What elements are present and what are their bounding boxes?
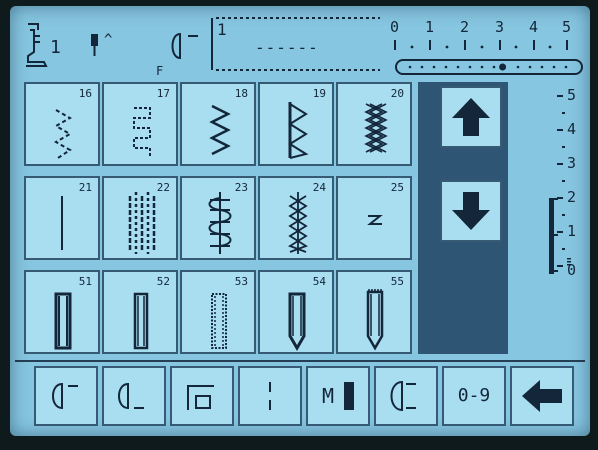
width-tick-1: 1 bbox=[425, 18, 435, 36]
stitch-cell-25[interactable]: 25 bbox=[336, 176, 412, 260]
serpentine-icon bbox=[133, 107, 151, 156]
width-tick-5: 5 bbox=[562, 18, 572, 36]
straight-stitch-icon bbox=[61, 196, 63, 250]
length-scale-ticks bbox=[549, 95, 571, 274]
presser-foot-icon bbox=[26, 23, 48, 67]
length-label-2: 2 bbox=[567, 188, 577, 206]
blind-hem-icon bbox=[288, 102, 309, 159]
needle-stop-status-icon bbox=[171, 32, 198, 60]
stitch-cell-53[interactable]: 53 bbox=[180, 270, 256, 354]
stitch-cell-18[interactable]: 18 bbox=[180, 82, 256, 166]
stitch-cell-16[interactable]: 16 bbox=[24, 82, 100, 166]
presser-foot-number: 1 bbox=[50, 37, 61, 58]
length-label-3: 3 bbox=[567, 154, 577, 172]
needle-stop-down-button[interactable] bbox=[102, 366, 166, 426]
buttonhole-stretch-icon bbox=[211, 293, 227, 349]
scroll-down-button[interactable] bbox=[440, 180, 502, 242]
buttonhole-keyhole-icon bbox=[366, 289, 384, 351]
pattern-index: 1 bbox=[217, 20, 227, 39]
length-label-0: 0 bbox=[567, 261, 577, 279]
length-label-4: 4 bbox=[567, 120, 577, 138]
back-button[interactable] bbox=[510, 366, 574, 426]
memory-button[interactable]: M bbox=[306, 366, 370, 426]
down-arrow-icon bbox=[452, 192, 490, 230]
number-entry-label: 0-9 bbox=[457, 385, 491, 406]
stitch-cell-54[interactable]: 54 bbox=[258, 270, 334, 354]
function-bar-divider bbox=[15, 360, 585, 362]
buttonhole-rounded-icon bbox=[288, 292, 306, 351]
stitch-pattern-grid: 16 17 18 19 20 21 22 23 24 25 51 52 53 5… bbox=[24, 82, 414, 354]
stitch-cell-22[interactable]: 22 bbox=[102, 176, 178, 260]
triple-zigzag-icon bbox=[53, 109, 73, 159]
cross-stitch-icon bbox=[287, 192, 309, 254]
left-arrow-icon bbox=[522, 380, 562, 412]
scroll-up-button[interactable] bbox=[440, 86, 502, 148]
honeycomb-icon bbox=[364, 103, 388, 153]
stitch-cell-51[interactable]: 51 bbox=[24, 270, 100, 354]
width-slider-knob bbox=[499, 63, 507, 71]
width-tick-2: 2 bbox=[460, 18, 470, 36]
needle-position-icon bbox=[91, 34, 98, 56]
stitch-cell-19[interactable]: 19 bbox=[258, 82, 334, 166]
sewing-machine-display: 1 ^ F 1 ------ 0 1 2 3 4 5 16 17 18 19 2… bbox=[10, 6, 590, 436]
width-tick-3: 3 bbox=[495, 18, 505, 36]
length-label-1: 1 bbox=[567, 222, 577, 240]
memory-icon bbox=[344, 382, 354, 410]
tie-off-icon bbox=[390, 380, 416, 412]
width-scale-dots bbox=[394, 40, 568, 50]
stitch-cell-21[interactable]: 21 bbox=[24, 176, 100, 260]
length-label-5: 5 bbox=[567, 86, 577, 104]
scroll-panel bbox=[418, 82, 508, 354]
up-arrow-icon bbox=[452, 98, 490, 136]
needle-indicator: ^ bbox=[104, 32, 113, 48]
bartack-icon bbox=[367, 215, 383, 225]
tie-off-button[interactable] bbox=[374, 366, 438, 426]
ladder-stitch-icon bbox=[128, 192, 156, 254]
stitch-cell-17[interactable]: 17 bbox=[102, 82, 178, 166]
needle-stop-up-button[interactable] bbox=[34, 366, 98, 426]
stitch-length-scale: 5 4 3 2 1 0 bbox=[545, 84, 585, 284]
zigzag-icon bbox=[209, 104, 231, 156]
balance-button[interactable] bbox=[238, 366, 302, 426]
stitch-cell-52[interactable]: 52 bbox=[102, 270, 178, 354]
pattern-start-button[interactable] bbox=[170, 366, 234, 426]
function-bar: M 0-9 bbox=[10, 358, 590, 436]
smocking-icon bbox=[208, 192, 232, 254]
stitch-cell-23[interactable]: 23 bbox=[180, 176, 256, 260]
buttonhole-standard-icon bbox=[54, 292, 72, 350]
memory-label: F bbox=[156, 64, 164, 78]
stitch-cell-55[interactable]: 55 bbox=[336, 270, 412, 354]
number-entry-button[interactable]: 0-9 bbox=[442, 366, 506, 426]
needle-stop-down-icon bbox=[118, 382, 144, 410]
status-header: 1 ^ F 1 ------ 0 1 2 3 4 5 bbox=[10, 6, 590, 84]
pattern-start-icon bbox=[187, 385, 214, 410]
stitch-cell-20[interactable]: 20 bbox=[336, 82, 412, 166]
stitch-cell-24[interactable]: 24 bbox=[258, 176, 334, 260]
pattern-placeholder: ------ bbox=[255, 38, 319, 57]
stitch-width-slider[interactable] bbox=[394, 58, 584, 76]
needle-stop-up-icon bbox=[52, 382, 78, 410]
width-tick-0: 0 bbox=[390, 18, 400, 36]
buttonhole-narrow-icon bbox=[133, 292, 149, 350]
balance-icon bbox=[269, 382, 271, 410]
width-tick-4: 4 bbox=[529, 18, 539, 36]
